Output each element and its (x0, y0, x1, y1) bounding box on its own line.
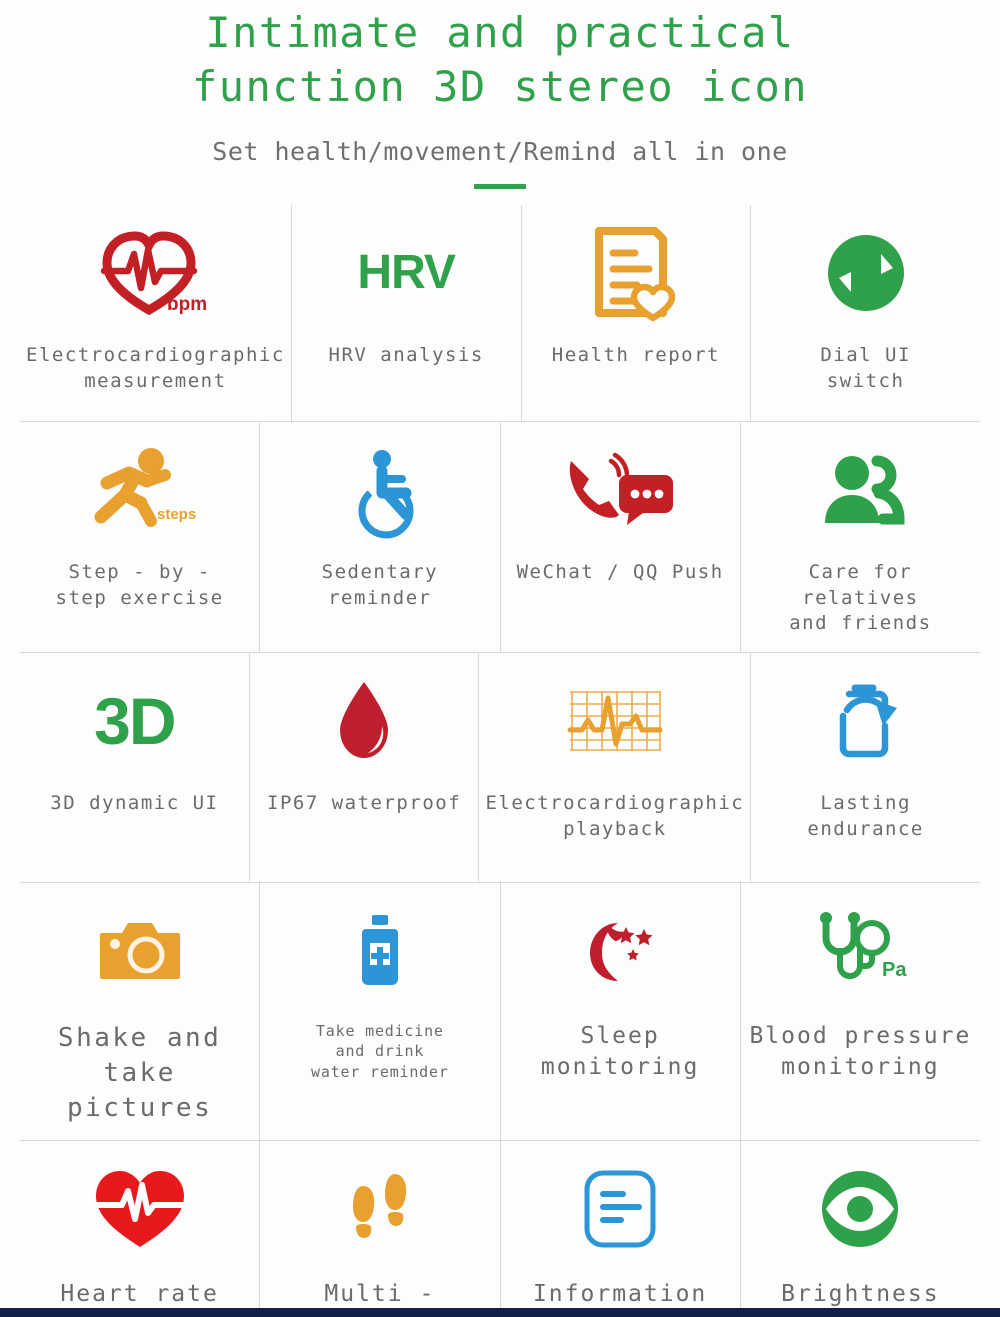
feature-cell-sedentary-reminder[interactable]: Sedentary reminder (260, 422, 501, 652)
three-d-badge-label: 3D (94, 684, 176, 758)
feature-row: Heart rate monitoring Multi - motion mod… (20, 1141, 980, 1317)
feature-label: HRV analysis (328, 344, 484, 366)
feature-label: Blood pressure monitoring (749, 1023, 972, 1081)
feature-label: 3D dynamic UI (50, 792, 219, 814)
feature-row: 3D 3D dynamic UI IP67 waterproof Electro… (20, 653, 980, 883)
feature-cell-information-push[interactable]: Information push (501, 1141, 741, 1317)
phone-chat-push-icon (507, 438, 734, 542)
page-header: Intimate and practical function 3D stere… (0, 0, 1000, 189)
feature-cell-heart-rate-monitoring[interactable]: Heart rate monitoring (20, 1141, 261, 1317)
two-people-icon (747, 438, 974, 542)
bottom-accent-bar (0, 1308, 1000, 1317)
feature-label: Sedentary reminder (321, 561, 439, 609)
eye-brightness-icon (747, 1157, 974, 1261)
bpm-badge-label: bpm (167, 294, 207, 315)
feature-cell-shake-take-pictures[interactable]: Shake and take pictures (20, 883, 261, 1141)
camera-icon (26, 899, 253, 1003)
stethoscope-pa-icon: Pa (747, 899, 974, 1003)
feature-row: steps Step - by - step exercise Sedentar… (20, 422, 980, 653)
feature-label: WeChat / QQ Push (516, 561, 724, 583)
heart-ecg-bpm-icon: bpm (26, 221, 285, 325)
hrv-text-icon: HRV (298, 221, 515, 325)
footprints-icon (266, 1157, 493, 1261)
hrv-badge-label: HRV (357, 246, 455, 299)
feature-label: Electrocardiographic measurement (26, 344, 285, 392)
feature-label: Electrocardiographic playback (485, 792, 745, 840)
feature-label: Health report (551, 344, 720, 366)
title-underline-rule (474, 184, 526, 189)
feature-label: Lasting endurance (807, 792, 924, 840)
feature-label: Dial UI switch (820, 344, 911, 392)
feature-cell-ecg-playback[interactable]: Electrocardiographic playback (479, 653, 752, 882)
feature-cell-wechat-qq-push[interactable]: WeChat / QQ Push (501, 422, 741, 652)
page-subtitle: Set health/movement/Remind all in one (212, 137, 788, 166)
steps-badge-label: steps (157, 506, 196, 523)
medicine-bottle-icon (266, 899, 493, 1003)
feature-cell-ecg-measurement[interactable]: bpm Electrocardiographic measurement (20, 205, 292, 421)
feature-cell-lasting-endurance[interactable]: Lasting endurance (751, 653, 980, 882)
feature-cell-sleep-monitoring[interactable]: Sleep monitoring (501, 883, 741, 1141)
pa-badge-label: Pa (882, 959, 907, 981)
feature-grid: bpm Electrocardiographic measurement HRV… (20, 205, 980, 1317)
feature-label: Shake and take pictures (57, 1023, 222, 1124)
promo-feature-page: Intimate and practical function 3D stere… (0, 0, 1000, 1317)
message-lines-icon (507, 1157, 734, 1261)
feature-cell-hrv-analysis[interactable]: HRV HRV analysis (292, 205, 522, 421)
feature-label: IP67 waterproof (267, 792, 462, 814)
water-drop-icon (256, 669, 473, 773)
feature-cell-care-relatives[interactable]: Care for relatives and friends (741, 422, 980, 652)
feature-label: Sleep monitoring (540, 1023, 700, 1081)
feature-cell-medicine-water-reminder[interactable]: Take medicine and drink water reminder (260, 883, 501, 1141)
page-title: Intimate and practical function 3D stere… (191, 8, 809, 111)
feature-label: Care for relatives and friends (789, 561, 932, 635)
heart-pulse-icon (26, 1157, 253, 1261)
health-report-icon (528, 221, 745, 325)
ecg-grid-playback-icon (485, 669, 744, 773)
feature-cell-ip67-waterproof[interactable]: IP67 waterproof (250, 653, 480, 882)
feature-label: Take medicine and drink water reminder (311, 1022, 449, 1081)
feature-row: bpm Electrocardiographic measurement HRV… (20, 205, 980, 422)
moon-stars-icon (507, 899, 734, 1003)
feature-label: Step - by - step exercise (55, 561, 224, 609)
running-steps-icon: steps (26, 438, 253, 542)
wheelchair-icon (266, 438, 493, 542)
feature-cell-3d-dynamic-ui[interactable]: 3D 3D dynamic UI (20, 653, 250, 882)
dial-ui-switch-icon (757, 221, 974, 325)
feature-cell-brightness-adjustment[interactable]: Brightness adjustment (741, 1141, 980, 1317)
feature-cell-step-exercise[interactable]: steps Step - by - step exercise (20, 422, 261, 652)
feature-cell-blood-pressure[interactable]: Pa Blood pressure monitoring (741, 883, 980, 1140)
three-d-text-icon: 3D (26, 669, 243, 773)
feature-cell-health-report[interactable]: Health report (522, 205, 752, 421)
feature-cell-dial-ui-switch[interactable]: Dial UI switch (751, 205, 980, 421)
feature-cell-multi-motion-mode[interactable]: Multi - motion mode (260, 1141, 501, 1317)
battery-refresh-icon (757, 669, 974, 773)
feature-row: Shake and take pictures Take medicine an… (20, 883, 980, 1142)
